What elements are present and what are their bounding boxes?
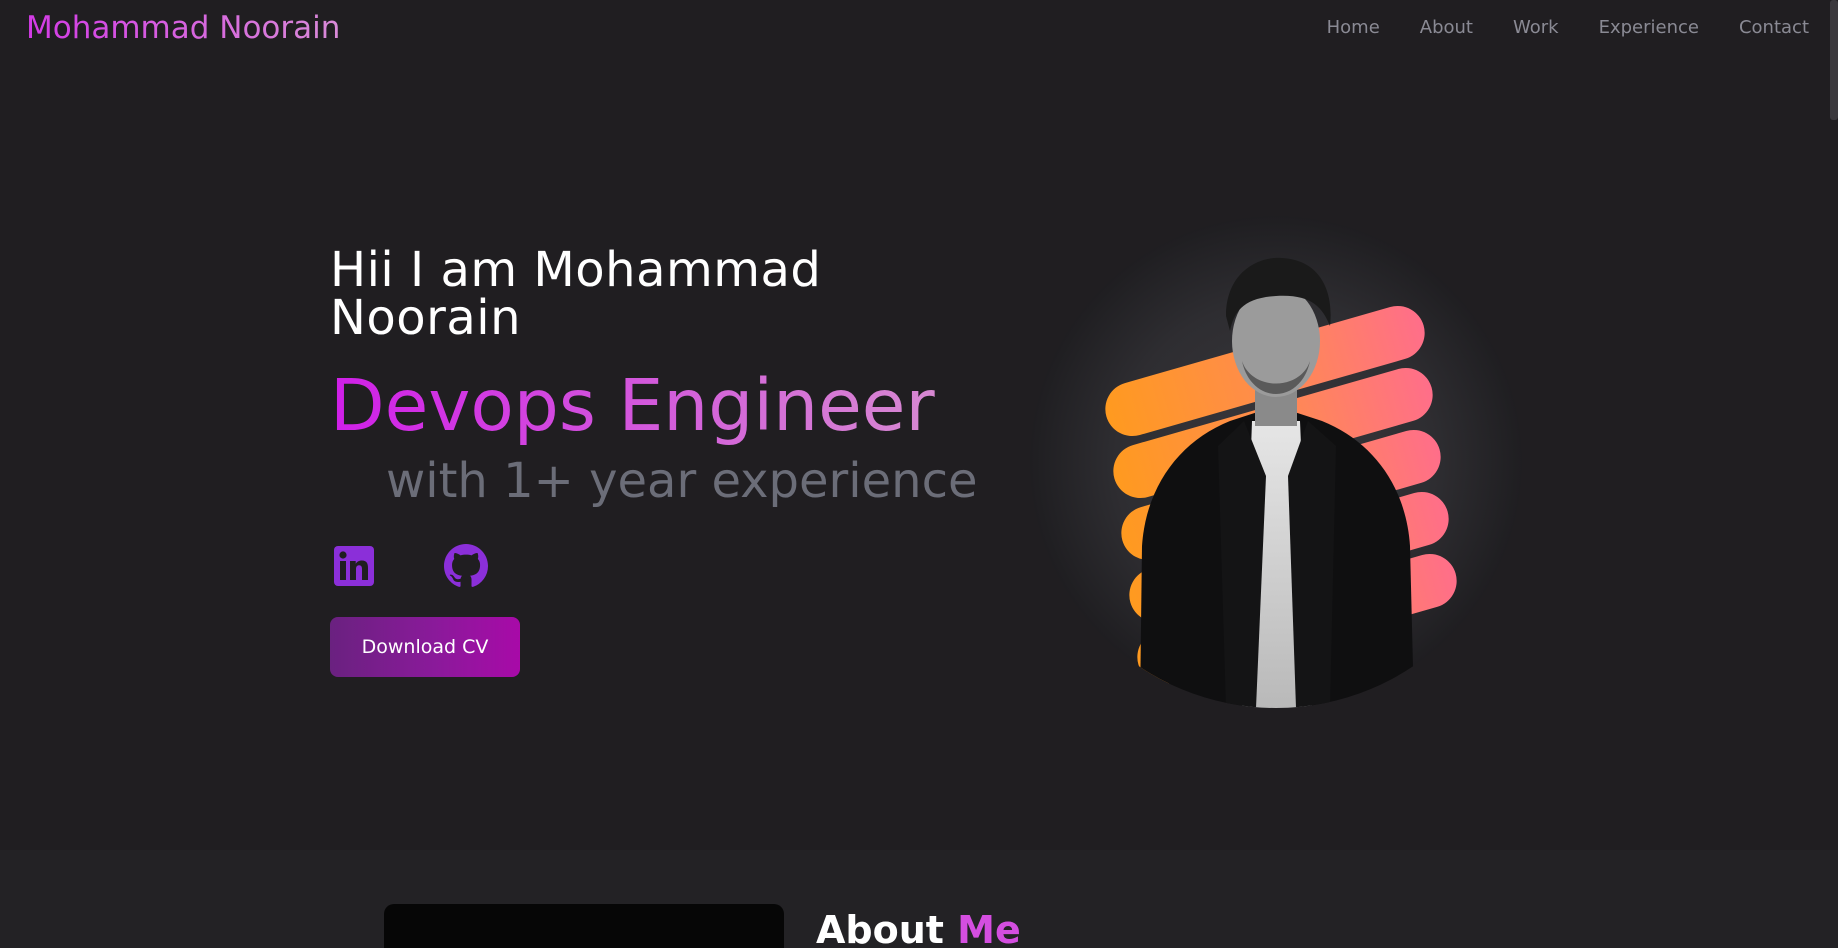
nav-link-experience[interactable]: Experience (1599, 16, 1699, 40)
social-links (330, 541, 490, 591)
about-section: About Me (0, 850, 1838, 948)
nav-link-about[interactable]: About (1420, 16, 1473, 40)
hero-experience-tagline: with 1+ year experience (386, 453, 978, 509)
hero-role-title: Devops Engineer (330, 365, 1010, 447)
nav-links: Home About Work Experience Contact (1287, 16, 1809, 40)
linkedin-icon[interactable] (330, 541, 378, 591)
portfolio-page: Mohammad Noorain Home About Work Experie… (0, 0, 1838, 948)
profile-photo (1030, 216, 1522, 708)
nav-link-contact[interactable]: Contact (1739, 16, 1809, 40)
brand-logo[interactable]: Mohammad Noorain (26, 9, 340, 47)
nav-link-home[interactable]: Home (1327, 16, 1380, 40)
about-photo (384, 904, 784, 948)
profile-portrait (1030, 216, 1522, 708)
about-heading-word: About (816, 908, 944, 948)
hero-greeting: Hii I am Mohammad Noorain (330, 242, 822, 346)
hero-intro: Hii I am Mohammad Noorain Devops Enginee… (330, 246, 1010, 509)
nav-link-work[interactable]: Work (1513, 16, 1559, 40)
about-heading-accent: Me (957, 908, 1021, 948)
github-icon-glyph (444, 544, 488, 587)
linkedin-icon-glyph (334, 546, 374, 586)
about-heading: About Me (816, 906, 1021, 948)
page-scrollbar-thumb[interactable] (1830, 0, 1838, 120)
github-icon[interactable] (442, 541, 490, 591)
download-cv-button[interactable]: Download CV (330, 617, 520, 677)
top-navbar: Mohammad Noorain Home About Work Experie… (0, 0, 1838, 58)
